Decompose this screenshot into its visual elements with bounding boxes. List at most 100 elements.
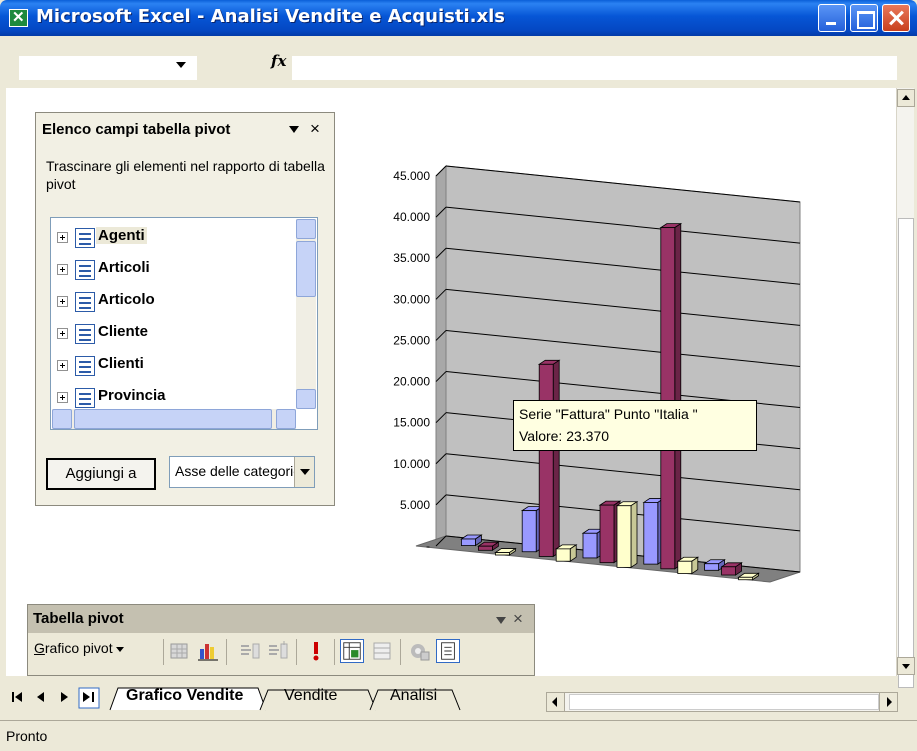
bar-series-2-2[interactable] <box>616 505 632 568</box>
excel-app-icon[interactable] <box>9 8 28 27</box>
bar-series-2-3[interactable] <box>677 560 693 574</box>
toolbar-title: Tabella pivot <box>33 610 124 627</box>
field-item-articolo[interactable]: Articolo <box>51 286 291 316</box>
bar-series-2-4[interactable] <box>738 576 754 581</box>
bar-fattura-1[interactable] <box>538 363 554 557</box>
field-label: Clienti <box>98 355 144 372</box>
panel-title: Elenco campi tabella pivot <box>42 121 231 138</box>
field-item-cliente[interactable]: Cliente <box>51 318 291 348</box>
field-item-articoli[interactable]: Articoli <box>51 254 291 284</box>
maximize-button[interactable] <box>850 4 878 32</box>
y-tick-label: 20.000 <box>393 375 430 389</box>
tooltip-series-line: Serie "Fattura" Punto "Italia " <box>519 406 698 422</box>
toolbar-options-dropdown-icon[interactable] <box>496 617 506 624</box>
bar-fattura-4[interactable] <box>721 566 737 576</box>
y-tick-label: 35.000 <box>393 251 430 265</box>
bar-series-0-0[interactable] <box>461 538 476 546</box>
scroll-right-button[interactable] <box>879 693 897 711</box>
hide-detail-icon[interactable] <box>238 639 262 663</box>
chevron-down-icon <box>115 646 124 652</box>
status-text: Pronto <box>6 728 48 744</box>
toolbar-title-bar[interactable]: Tabella pivot × <box>28 605 534 633</box>
formula-input[interactable] <box>292 56 897 80</box>
bar-series-2-1[interactable] <box>555 548 571 562</box>
tab-analisi[interactable]: Analisi <box>390 687 437 705</box>
bar-fattura-3[interactable] <box>660 227 676 570</box>
include-hidden-items-icon[interactable] <box>340 639 364 663</box>
field-item-agenti[interactable]: Agenti <box>51 222 291 252</box>
field-icon <box>75 324 95 344</box>
minimize-button[interactable] <box>818 4 846 32</box>
tab-vendite[interactable]: Vendite <box>284 687 337 705</box>
field-icon <box>75 260 95 280</box>
first-sheet-icon <box>12 692 22 702</box>
scroll-up-button[interactable] <box>897 89 915 107</box>
field-icon <box>75 228 95 248</box>
field-list-vertical-scrollbar[interactable] <box>296 219 316 409</box>
bar-side[interactable] <box>674 222 682 570</box>
bar-series-2-0[interactable] <box>494 552 510 556</box>
toolbar-separator <box>400 639 401 665</box>
refresh-data-icon[interactable] <box>304 639 328 663</box>
field-settings-icon[interactable] <box>408 639 432 663</box>
field-icon <box>75 292 95 312</box>
status-bar: Pronto <box>0 720 917 751</box>
format-report-icon[interactable] <box>168 639 192 663</box>
field-list-scroll-down-icon[interactable] <box>296 389 316 409</box>
field-item-clienti[interactable]: Clienti <box>51 350 291 380</box>
horizontal-scrollbar[interactable] <box>546 692 898 712</box>
expand-icon[interactable] <box>57 264 68 275</box>
toolbar-close-button[interactable]: × <box>513 609 523 629</box>
toolbar-separator <box>334 639 335 665</box>
panel-close-button[interactable]: × <box>310 119 320 139</box>
show-detail-icon[interactable] <box>266 639 290 663</box>
field-list-horizontal-scrollbar[interactable] <box>52 409 296 429</box>
field-list: Agenti Articoli Articolo Cliente Clienti Prov… <box>50 217 318 430</box>
bar-side[interactable] <box>630 500 638 569</box>
close-window-button[interactable] <box>882 4 910 32</box>
area-select-dropdown-icon[interactable] <box>294 457 314 487</box>
name-box[interactable] <box>19 56 197 80</box>
field-label: Articolo <box>98 291 155 308</box>
window-title: Microsoft Excel - Analisi Vendite e Acqu… <box>36 6 505 27</box>
show-field-list-icon[interactable] <box>436 639 460 663</box>
chart-wizard-icon[interactable] <box>196 639 220 663</box>
vertical-scroll-thumb[interactable] <box>898 218 914 688</box>
title-bar: Microsoft Excel - Analisi Vendite e Acqu… <box>0 0 917 36</box>
field-item-provincia[interactable]: Provincia <box>51 382 291 412</box>
field-list-h-scroll-thumb[interactable] <box>74 409 272 429</box>
scroll-down-button[interactable] <box>897 657 915 675</box>
bar-series-0-1[interactable] <box>521 510 537 553</box>
expand-icon[interactable] <box>57 392 68 403</box>
panel-options-dropdown-icon[interactable] <box>289 126 299 133</box>
expand-icon[interactable] <box>57 296 68 307</box>
add-to-button[interactable]: Aggiungi a <box>46 458 156 490</box>
field-list-scroll-up-icon[interactable] <box>296 219 316 239</box>
field-list-scroll-right-icon[interactable] <box>276 409 296 429</box>
scroll-left-button[interactable] <box>547 693 565 711</box>
y-tick-label: - <box>426 539 430 553</box>
y-tick-label: 25.000 <box>393 333 430 347</box>
bar-series-0-3[interactable] <box>643 502 659 565</box>
bar-fattura-0[interactable] <box>478 545 493 551</box>
always-display-items-icon[interactable] <box>370 639 394 663</box>
field-list-scroll-thumb[interactable] <box>296 241 316 297</box>
field-list-scroll-left-icon[interactable] <box>52 409 72 429</box>
bar-fattura-2[interactable] <box>599 504 615 564</box>
horizontal-scroll-thumb[interactable] <box>569 694 879 710</box>
vertical-scrollbar[interactable] <box>896 88 915 688</box>
pivot-field-list-panel: Elenco campi tabella pivot × Trascinare … <box>35 112 335 506</box>
toolbar-separator <box>296 639 297 665</box>
y-tick-label: 30.000 <box>393 292 430 306</box>
pivot-chart-menu[interactable]: Grafico pivot <box>34 640 124 656</box>
bar-series-0-2[interactable] <box>582 532 598 559</box>
chart-tooltip: Serie "Fattura" Punto "Italia " Valore: … <box>513 400 757 451</box>
bar-series-0-4[interactable] <box>704 563 720 571</box>
expand-icon[interactable] <box>57 232 68 243</box>
expand-icon[interactable] <box>57 360 68 371</box>
expand-icon[interactable] <box>57 328 68 339</box>
insert-function-icon[interactable]: fx <box>271 52 286 70</box>
tab-grafico-vendite[interactable]: Grafico Vendite <box>126 687 243 705</box>
name-box-dropdown-icon[interactable] <box>176 62 186 68</box>
bar-side[interactable] <box>552 359 560 558</box>
